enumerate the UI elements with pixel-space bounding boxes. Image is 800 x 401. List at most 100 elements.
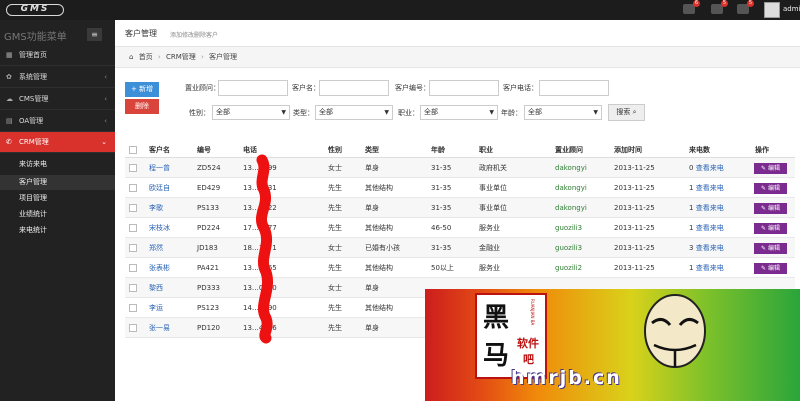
table-row: 程一曾 ZD524 13…0999 女士 单身 31-35 政府机关 dakongyi 2013… bbox=[125, 158, 795, 178]
user-name[interactable]: admin bbox=[783, 5, 800, 13]
row-checkbox[interactable] bbox=[129, 244, 137, 252]
consultant-input[interactable] bbox=[218, 80, 288, 96]
edit-button[interactable]: ✎ 编辑 bbox=[754, 263, 787, 274]
row-checkbox[interactable] bbox=[129, 264, 137, 272]
col-job[interactable]: 职业 bbox=[479, 142, 493, 158]
new-button[interactable]: + 新增 bbox=[125, 82, 159, 97]
cell-gender: 先生 bbox=[328, 304, 342, 312]
sidebar-item-label: CMS管理 bbox=[19, 95, 49, 103]
cell-name[interactable]: 李运 bbox=[149, 298, 163, 318]
view-calls-link[interactable]: 查看来电 bbox=[696, 164, 724, 172]
view-calls-link[interactable]: 查看来电 bbox=[696, 184, 724, 192]
bell-icon[interactable]: 6 bbox=[683, 0, 700, 14]
search-button[interactable]: 搜索 ⌕ bbox=[608, 104, 645, 121]
cloud-icon: ☁ bbox=[6, 95, 13, 103]
view-calls-link[interactable]: 查看来电 bbox=[696, 224, 724, 232]
avatar[interactable] bbox=[764, 2, 780, 18]
mask-icon bbox=[644, 294, 706, 368]
sidebar-item-home[interactable]: ▦ 管理首页 bbox=[0, 45, 115, 66]
cell-name[interactable]: 张一易 bbox=[149, 318, 170, 338]
cell-code: PD120 bbox=[197, 324, 220, 332]
col-calls[interactable]: 来电数 bbox=[689, 142, 710, 158]
name-label: 客户名： bbox=[292, 84, 320, 92]
cell-name[interactable]: 李歌 bbox=[149, 198, 163, 218]
edit-button[interactable]: ✎ 编辑 bbox=[754, 243, 787, 254]
row-checkbox[interactable] bbox=[129, 324, 137, 332]
building-icon: ▤ bbox=[6, 117, 13, 125]
edit-button[interactable]: ✎ 编辑 bbox=[754, 223, 787, 234]
app-logo[interactable]: GMS bbox=[6, 4, 64, 16]
page-subtitle: 添加修改删除客户 bbox=[170, 32, 219, 39]
mail-icon[interactable]: 5 bbox=[711, 0, 728, 14]
edit-button[interactable]: ✎ 编辑 bbox=[754, 203, 787, 214]
edit-icon: ✎ bbox=[761, 165, 768, 172]
home-icon: ⌂ bbox=[129, 53, 134, 61]
sidebar-sub-call-stats[interactable]: 来电统计 bbox=[0, 223, 115, 238]
col-date[interactable]: 添加时间 bbox=[614, 142, 642, 158]
view-calls-link[interactable]: 查看来电 bbox=[696, 264, 724, 272]
cell-type: 其他结构 bbox=[365, 224, 393, 232]
cell-gender: 先生 bbox=[328, 204, 342, 212]
sidebar-sub-performance[interactable]: 业绩统计 bbox=[0, 207, 115, 222]
cell-calls: 3 查看来电 bbox=[689, 238, 724, 258]
type-select[interactable]: 全部 ▼ bbox=[315, 105, 393, 120]
sidebar-sub-customers[interactable]: 客户管理 bbox=[0, 175, 115, 190]
menu-toggle-icon[interactable]: ≡ bbox=[87, 28, 102, 41]
sidebar-sub-projects[interactable]: 项目管理 bbox=[0, 191, 115, 206]
consultant-label: 置业顾问： bbox=[185, 84, 220, 92]
search-button-label: 搜索 bbox=[616, 108, 631, 116]
tasks-icon[interactable]: 5 bbox=[737, 0, 754, 14]
cell-date: 2013-11-25 bbox=[614, 264, 655, 272]
edit-button[interactable]: ✎ 编辑 bbox=[754, 163, 787, 174]
sidebar-sub-visits[interactable]: 来访来电 bbox=[0, 157, 115, 172]
col-phone[interactable]: 电话 bbox=[243, 142, 257, 158]
customer-code-input[interactable] bbox=[429, 80, 499, 96]
chevron-left-icon: ‹ bbox=[104, 95, 107, 103]
age-select[interactable]: 全部 ▼ bbox=[524, 105, 602, 120]
call-count: 1 bbox=[689, 264, 694, 272]
cell-name[interactable]: 张表彬 bbox=[149, 258, 170, 278]
cell-consultant: guozili3 bbox=[555, 244, 583, 252]
customer-phone-input[interactable] bbox=[539, 80, 609, 96]
call-count: 1 bbox=[689, 204, 694, 212]
cell-name[interactable]: 宋枝冰 bbox=[149, 218, 170, 238]
select-all-checkbox[interactable] bbox=[129, 146, 137, 154]
row-checkbox[interactable] bbox=[129, 184, 137, 192]
delete-button[interactable]: 删除 bbox=[125, 99, 159, 114]
gender-select-value: 全部 bbox=[216, 108, 230, 116]
edit-button[interactable]: ✎ 编辑 bbox=[754, 183, 787, 194]
cell-name[interactable]: 欧廷自 bbox=[149, 178, 170, 198]
breadcrumb-home[interactable]: 首页 bbox=[139, 53, 153, 61]
job-select[interactable]: 全部 ▼ bbox=[420, 105, 498, 120]
table-row: 宋枝冰 PD224 17…8777 先生 其他结构 46-50 服务业 guozili3 201… bbox=[125, 218, 795, 238]
table-header: 客户名 编号 电话 性别 类型 年龄 职业 置业顾问 添加时间 来电数 操作 bbox=[125, 142, 795, 158]
cell-name[interactable]: 黎西 bbox=[149, 278, 163, 298]
row-checkbox[interactable] bbox=[129, 284, 137, 292]
sidebar-item-cms[interactable]: ☁ CMS管理 ‹ bbox=[0, 89, 115, 110]
col-code[interactable]: 编号 bbox=[197, 142, 211, 158]
watermark-banner: 黑 马 软件 吧 RUANJIAN BA hmrjb.cn bbox=[425, 289, 800, 401]
cell-date: 2013-11-25 bbox=[614, 244, 655, 252]
row-checkbox[interactable] bbox=[129, 224, 137, 232]
view-calls-link[interactable]: 查看来电 bbox=[696, 204, 724, 212]
cell-name[interactable]: 郑然 bbox=[149, 238, 163, 258]
edit-icon: ✎ bbox=[761, 225, 768, 232]
customer-name-input[interactable] bbox=[319, 80, 389, 96]
sidebar-item-crm[interactable]: ✆ CRM管理 ⌄ bbox=[0, 132, 115, 153]
breadcrumb-crm[interactable]: CRM管理 bbox=[166, 53, 196, 61]
view-calls-link[interactable]: 查看来电 bbox=[696, 244, 724, 252]
sidebar-item-label: 管理首页 bbox=[19, 51, 47, 59]
col-name[interactable]: 客户名 bbox=[149, 142, 170, 158]
col-type[interactable]: 类型 bbox=[365, 142, 379, 158]
cell-name[interactable]: 程一曾 bbox=[149, 158, 170, 178]
row-checkbox[interactable] bbox=[129, 164, 137, 172]
sidebar-item-oa[interactable]: ▤ OA管理 ‹ bbox=[0, 111, 115, 132]
cell-type: 其他结构 bbox=[365, 304, 393, 312]
col-age[interactable]: 年龄 bbox=[431, 142, 445, 158]
gender-select[interactable]: 全部 ▼ bbox=[212, 105, 290, 120]
sidebar-item-system[interactable]: ✿ 系统管理 ‹ bbox=[0, 67, 115, 88]
row-checkbox[interactable] bbox=[129, 204, 137, 212]
col-gender[interactable]: 性别 bbox=[328, 142, 342, 158]
col-consultant[interactable]: 置业顾问 bbox=[555, 142, 583, 158]
row-checkbox[interactable] bbox=[129, 304, 137, 312]
